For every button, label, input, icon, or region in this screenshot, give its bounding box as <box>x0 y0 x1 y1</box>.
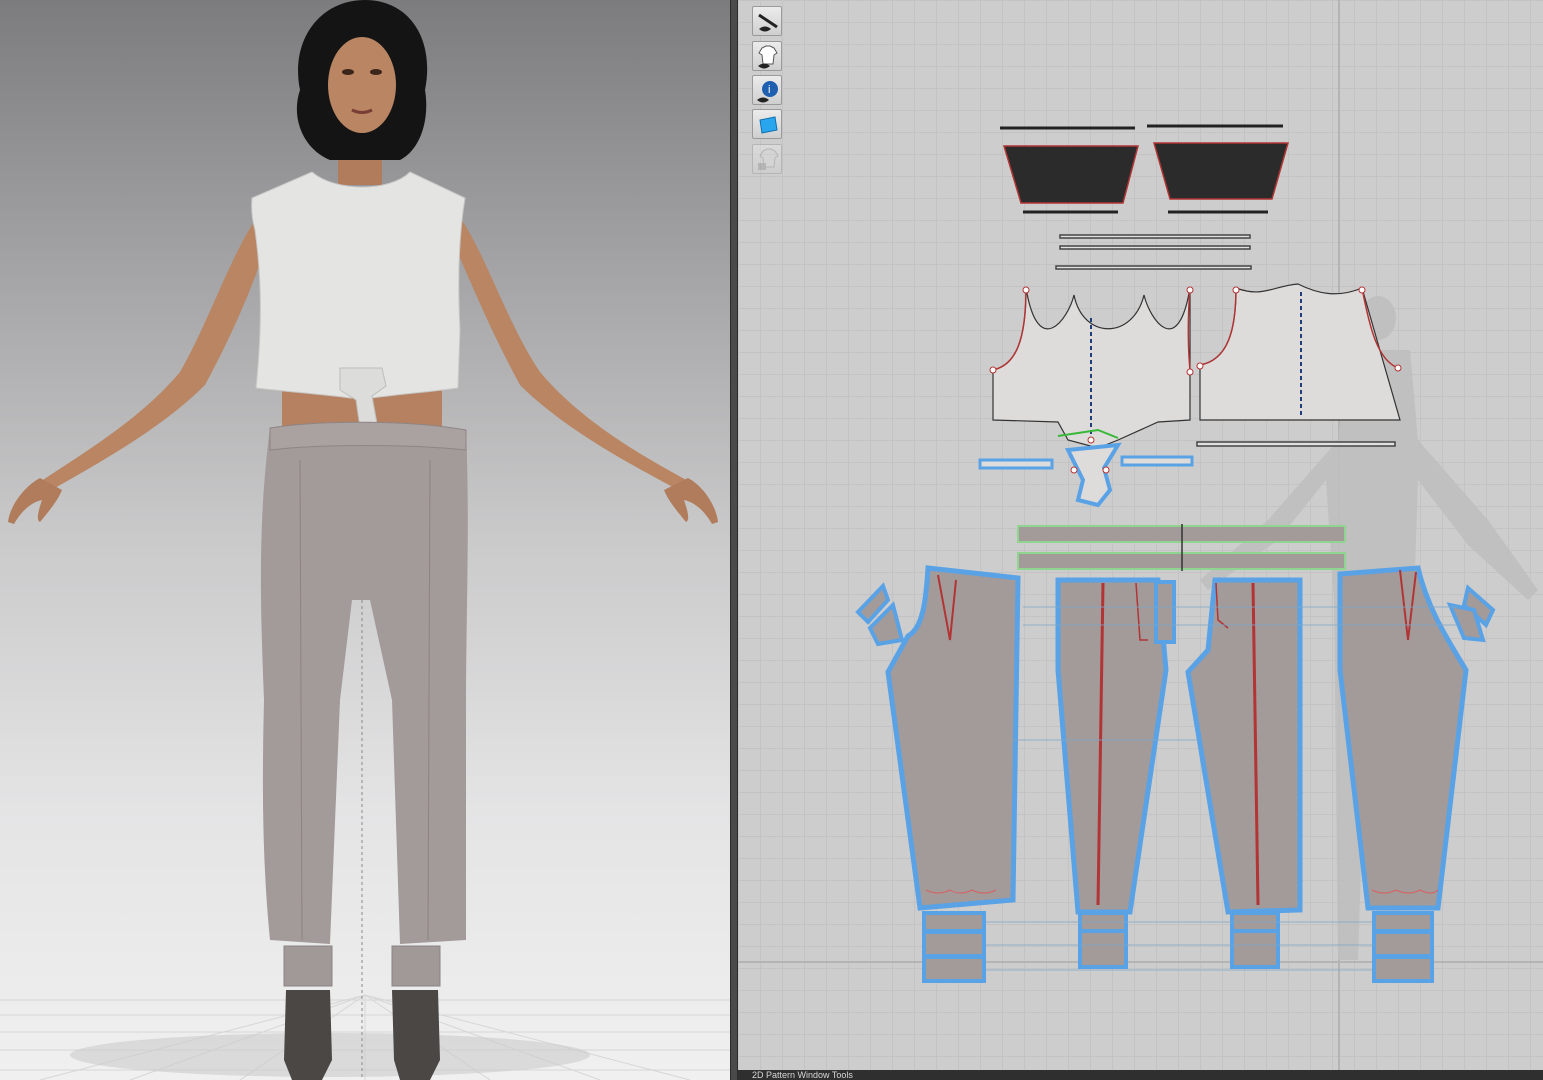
shirt-eye-icon[interactable] <box>752 41 782 71</box>
pencil-eye-icon[interactable] <box>752 6 782 36</box>
blue-fabric-icon[interactable] <box>752 109 782 139</box>
pattern-piece-band-right[interactable] <box>1147 124 1289 214</box>
left-shoe <box>284 990 332 1080</box>
pattern-piece-trouser-front-left[interactable] <box>885 565 1021 911</box>
right-cuff <box>391 945 441 987</box>
shirt-lock-icon[interactable] <box>752 144 782 174</box>
svg-text:i: i <box>768 84 770 96</box>
trousers <box>260 422 468 944</box>
pattern-canvas <box>738 0 1543 1070</box>
pattern-piece-trouser-front-right[interactable] <box>1055 577 1169 915</box>
left-cuff <box>283 945 333 987</box>
eye-left <box>342 69 354 75</box>
viewport-3d-scene <box>0 0 730 1080</box>
status-bar: 2D Pattern Window Tools <box>738 1070 1543 1080</box>
pattern-piece-trouser-back-left[interactable] <box>1185 577 1303 915</box>
info-eye-icon[interactable]: i <box>752 75 782 105</box>
eye-right <box>370 69 382 75</box>
avatar <box>8 0 718 1080</box>
waistband <box>269 421 467 451</box>
pattern-window-2d[interactable]: i <box>738 0 1543 1070</box>
right-shoe <box>392 990 440 1080</box>
pattern-piece-band-left[interactable] <box>1000 126 1139 214</box>
right-arm <box>452 210 690 492</box>
pattern-piece-waistbands[interactable] <box>1017 524 1346 571</box>
panel-divider[interactable] <box>730 0 738 1080</box>
viewport-3d[interactable] <box>0 0 730 1080</box>
left-arm <box>40 210 268 492</box>
face <box>328 37 396 133</box>
pattern-piece-front-bodice[interactable] <box>978 286 1194 508</box>
tank-top <box>251 171 466 399</box>
